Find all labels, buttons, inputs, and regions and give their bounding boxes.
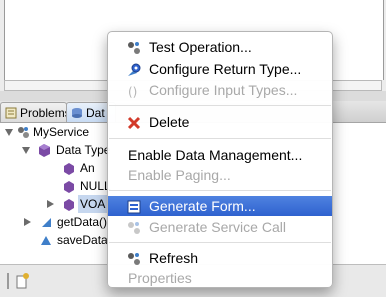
problems-icon xyxy=(5,105,17,119)
data-type-icon xyxy=(63,180,75,193)
data-type-icon xyxy=(63,162,75,175)
context-menu: Test Operation... Configure Return Type.… xyxy=(107,31,333,288)
chevron-right-icon[interactable] xyxy=(47,200,54,208)
tree-row-null[interactable]: NULL xyxy=(0,177,111,195)
menu-label-configure-input-types: Configure Input Types... xyxy=(149,82,298,98)
tree-row-voa[interactable]: VOA xyxy=(0,195,110,213)
delete-icon xyxy=(127,115,141,130)
menu-label-generate-service-call: Generate Service Call xyxy=(149,219,286,235)
tab-problems-label: Problems xyxy=(20,106,67,120)
status-divider xyxy=(7,273,9,289)
new-item-icon[interactable] xyxy=(16,273,30,289)
menu-item-generate-service-call[interactable]: Generate Service Call xyxy=(108,217,332,237)
tab-problems[interactable]: Problems xyxy=(0,102,67,122)
tree-label-myservice: MyService xyxy=(33,125,90,139)
test-operation-icon xyxy=(127,40,141,54)
chevron-down-icon[interactable] xyxy=(5,129,13,136)
menu-item-configure-input-types[interactable]: () Configure Input Types... xyxy=(108,80,332,100)
tree-row-an[interactable]: An xyxy=(0,159,110,177)
menu-item-test-operation[interactable]: Test Operation... xyxy=(108,37,332,57)
menu-item-generate-form[interactable]: Generate Form... xyxy=(108,196,332,216)
service-icon xyxy=(17,126,29,138)
menu-separator xyxy=(109,105,331,106)
data-types-icon xyxy=(38,144,50,157)
menu-separator xyxy=(109,190,331,191)
menu-label-enable-paging: Enable Paging... xyxy=(128,167,231,183)
generate-form-icon xyxy=(127,199,141,214)
tree-row-myservice[interactable]: MyService xyxy=(0,123,110,141)
menu-label-enable-data-management: Enable Data Management... xyxy=(128,147,303,163)
tree-label-data-types: Data Type xyxy=(56,143,111,157)
tree-row-data-types[interactable]: Data Type xyxy=(0,141,110,159)
tree-row-getdata[interactable]: getData() xyxy=(0,213,110,231)
menu-item-refresh[interactable]: Refresh xyxy=(108,248,332,268)
tab-data-services-label: Dat xyxy=(86,106,105,120)
tree-label-voa: VOA xyxy=(78,195,108,213)
operation-icon xyxy=(40,234,52,246)
operation-icon xyxy=(40,216,52,228)
tree-label-an: An xyxy=(80,161,95,175)
svg-text:(): () xyxy=(128,85,137,98)
tree-row-savedata[interactable]: saveData xyxy=(0,231,110,249)
menu-label-refresh: Refresh xyxy=(149,250,199,266)
menu-label-properties: Properties xyxy=(128,270,192,286)
configure-input-types-icon: () xyxy=(127,83,141,99)
menu-separator xyxy=(109,138,331,139)
chevron-right-icon[interactable] xyxy=(24,218,31,226)
menu-label-test-operation: Test Operation... xyxy=(149,39,252,55)
data-type-icon xyxy=(63,198,75,211)
menu-label-delete: Delete xyxy=(149,114,190,130)
menu-label-configure-return-type: Configure Return Type... xyxy=(149,61,302,77)
menu-item-configure-return-type[interactable]: Configure Return Type... xyxy=(108,59,332,79)
refresh-icon xyxy=(127,251,141,265)
data-services-icon xyxy=(71,105,83,118)
menu-label-generate-form: Generate Form... xyxy=(149,198,256,214)
chevron-down-icon[interactable] xyxy=(22,147,30,154)
tree-label-getdata: getData() xyxy=(57,215,108,229)
menu-item-enable-paging[interactable]: Enable Paging... xyxy=(108,165,332,185)
configure-return-type-icon xyxy=(127,62,141,76)
menu-item-properties[interactable]: Properties xyxy=(108,268,332,288)
tree-label-savedata: saveData xyxy=(57,233,108,247)
menu-item-enable-data-management[interactable]: Enable Data Management... xyxy=(108,145,332,165)
menu-separator xyxy=(109,242,331,243)
menu-item-delete[interactable]: Delete xyxy=(108,112,332,132)
generate-service-call-icon xyxy=(127,220,141,234)
